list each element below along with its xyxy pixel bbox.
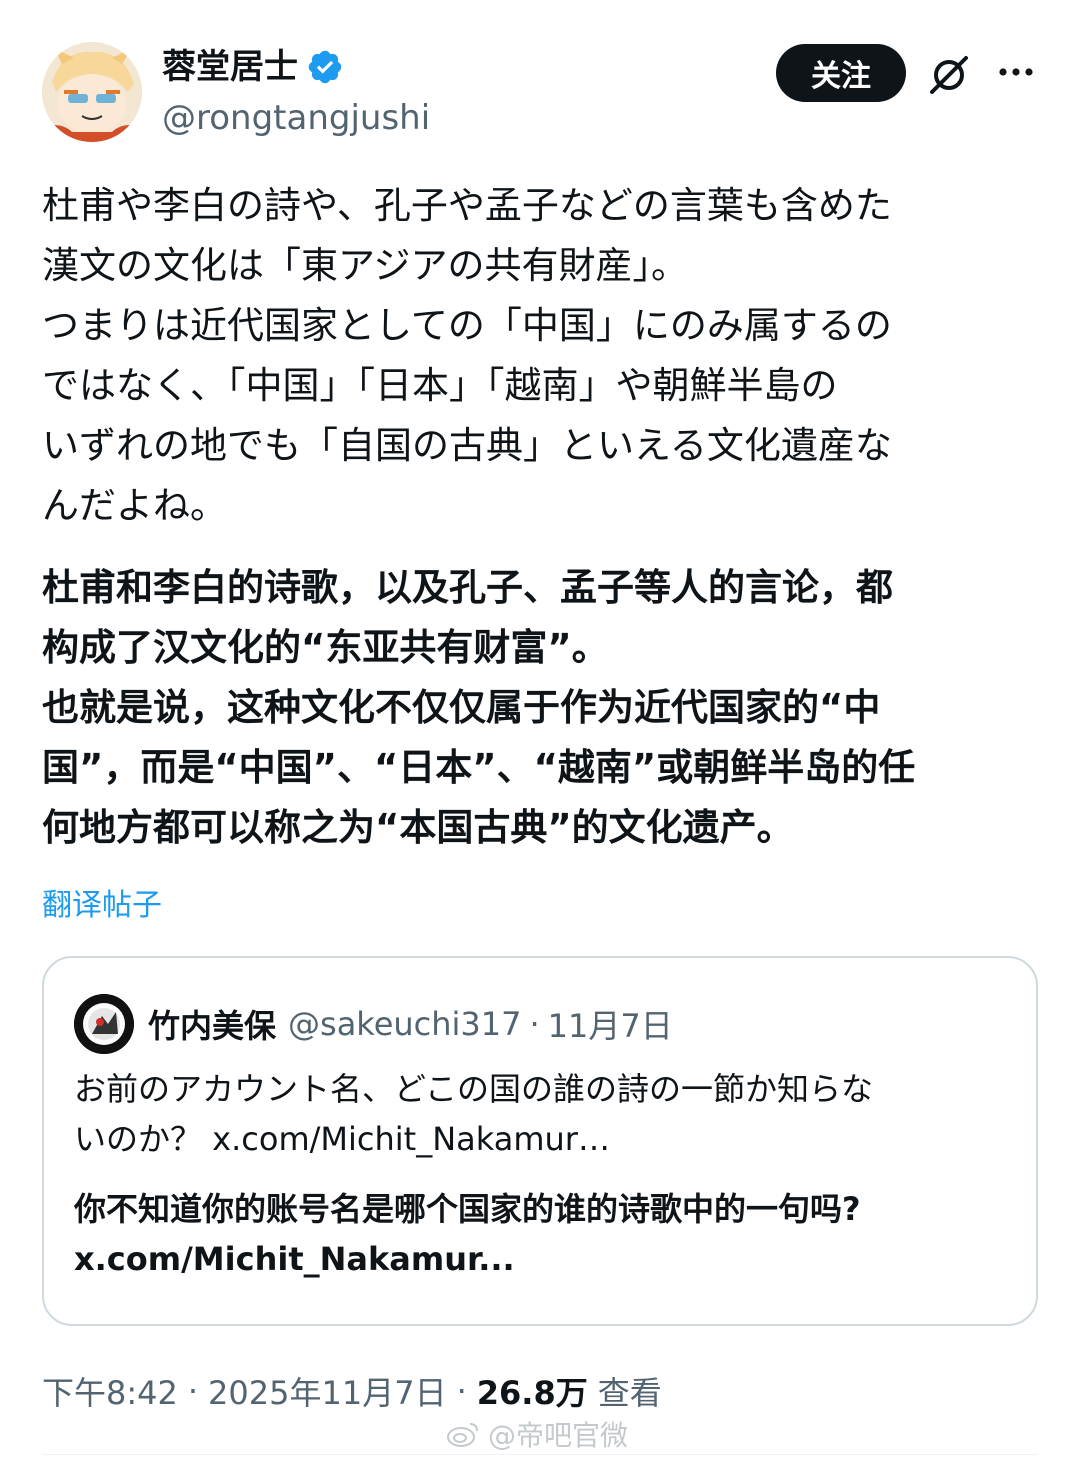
quoted-post-translation: 你不知道你的账号名是哪个国家的谁的诗歌中的一句吗? x.com/Michit_N… [74,1184,1014,1284]
views-count: 26.8万 [476,1374,588,1412]
watermark: @帝吧官微 [446,1414,628,1454]
author-handle[interactable]: @rongtangjushi [162,96,430,140]
watermark-text: @帝吧官微 [488,1419,629,1452]
weibo-icon [447,1423,478,1447]
anime-avatar-icon [42,42,142,142]
post-detail: 蓉堂居士 @rongtangjushi 关注 杜甫や李白の詩や、孔子や孟子などの… [0,0,1080,1460]
quoted-translated-text: 你不知道你的账号名是哪个国家的谁的诗歌中的一句吗? x.com/Michit_N… [74,1190,861,1278]
quoted-post-date[interactable]: 11月7日 [548,1001,673,1047]
quoted-post-text: お前のアカウント名、どこの国の誰の詩の一節か知らな いのか？ x.com/Mic… [74,1064,1014,1164]
author-display-name: 蓉堂居士 [162,47,298,87]
author-avatar[interactable] [42,42,142,142]
meta-separator: · [456,1372,467,1410]
translate-post-link[interactable]: 翻译帖子 [42,884,162,928]
quoted-author-avatar[interactable] [74,994,134,1054]
circular-logo-icon [74,994,134,1054]
quoted-author-name[interactable]: 竹内美保 [148,1001,276,1047]
more-horizontal-icon[interactable] [996,52,1036,92]
views-label: 查看 [597,1374,662,1412]
post-date[interactable]: 2025年11月7日 [208,1368,447,1414]
post-translation: 杜甫和李白的诗歌，以及孔子、孟子等人的言论，都 构成了汉文化的“东亚共有财富”。… [42,558,1012,858]
post-meta: 下午8:42 · 2025年11月7日 · 26.8万 查看 [42,1366,662,1416]
follow-button[interactable]: 关注 [776,44,906,102]
post-text: 杜甫や李白の詩や、孔子や孟子などの言葉も含めた 漢文の文化は「東アジアの共有財産… [42,176,1012,536]
verified-badge-icon [306,48,344,86]
quoted-author-handle[interactable]: @sakeuchi317 [288,1005,521,1043]
post-translated-text: 杜甫和李白的诗歌，以及孔子、孟子等人的言论，都 构成了汉文化的“东亚共有财富”。… [42,566,916,849]
divider [42,1454,1038,1455]
post-time[interactable]: 下午8:42 [42,1368,178,1414]
author-name[interactable]: 蓉堂居士 [162,44,344,90]
grok-icon[interactable] [926,52,972,98]
quoted-original-text: お前のアカウント名、どこの国の誰の詩の一節か知らな いのか？ x.com/Mic… [74,1070,874,1158]
quoted-post-card[interactable]: 竹内美保 @sakeuchi317 · 11月7日 お前のアカウント名、どこの国… [42,956,1038,1326]
meta-separator: · [187,1372,199,1410]
post-original-text: 杜甫や李白の詩や、孔子や孟子などの言葉も含めた 漢文の文化は「東アジアの共有財産… [42,184,892,527]
quoted-post-header: 竹内美保 @sakeuchi317 · 11月7日 [148,994,673,1054]
quoted-separator: · [529,1005,540,1043]
